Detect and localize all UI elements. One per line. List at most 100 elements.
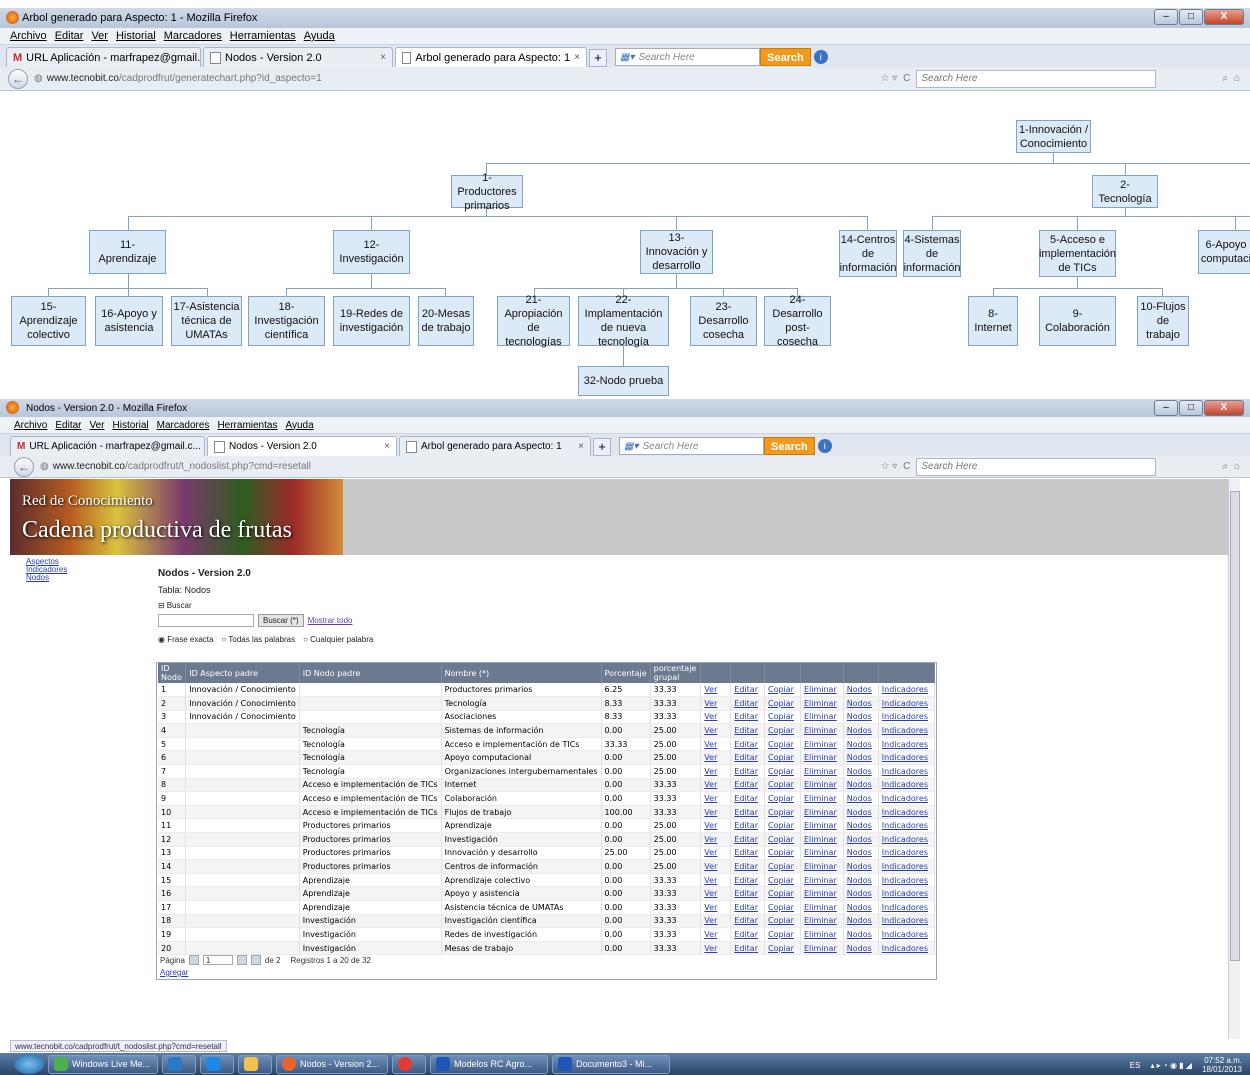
row-action-editar-link[interactable]: Editar <box>734 753 758 762</box>
row-action-nodos-link[interactable]: Nodos <box>847 903 872 912</box>
row-action-eliminar-link[interactable]: Eliminar <box>804 848 837 857</box>
last-page-icon[interactable] <box>250 955 261 965</box>
info-icon[interactable]: i <box>817 439 832 453</box>
row-action-nodos-link[interactable]: Nodos <box>847 944 872 953</box>
row-action-ver-link[interactable]: Ver <box>704 794 717 803</box>
row-action-editar-link[interactable]: Editar <box>734 848 758 857</box>
row-action-editar-link[interactable]: Editar <box>734 889 758 898</box>
row-action-nodos-link[interactable]: Nodos <box>847 780 872 789</box>
taskbar-word-2[interactable]: Documento3 - Mi... <box>552 1054 670 1074</box>
tab-arbol[interactable]: Arbol generado para Aspecto: 1 × <box>395 47 587 67</box>
row-action-ver-link[interactable]: Ver <box>704 808 717 817</box>
row-action-ver-link[interactable]: Ver <box>704 712 717 721</box>
tree-node-15[interactable]: 15-Aprendizaje colectivo <box>11 296 86 346</box>
taskbar-firefox[interactable]: Nodos - Version 2... <box>276 1054 388 1074</box>
row-action-editar-link[interactable]: Editar <box>734 903 758 912</box>
row-action-copiar-link[interactable]: Copiar <box>768 848 794 857</box>
row-action-ver-link[interactable]: Ver <box>704 916 717 925</box>
row-action-ver-link[interactable]: Ver <box>704 835 717 844</box>
tree-node-20[interactable]: 20-Mesas de trabajo <box>418 296 474 346</box>
tree-node-19[interactable]: 19-Redes de investigación <box>333 296 410 346</box>
search-toggle[interactable]: ⊟ Buscar <box>158 601 373 610</box>
menu-marcadores[interactable]: Marcadores <box>164 30 222 42</box>
row-action-eliminar-link[interactable]: Eliminar <box>804 876 837 885</box>
menu-editar[interactable]: Editar <box>55 420 81 431</box>
row-action-editar-link[interactable]: Editar <box>734 808 758 817</box>
row-action-eliminar-link[interactable]: Eliminar <box>804 835 837 844</box>
url-field[interactable]: ◍ www.tecnobit.co/cadprodfrut/generatecha… <box>34 70 894 88</box>
row-action-nodos-link[interactable]: Nodos <box>847 685 872 694</box>
row-action-eliminar-link[interactable]: Eliminar <box>804 794 837 803</box>
row-action-copiar-link[interactable]: Copiar <box>768 685 794 694</box>
row-action-nodos-link[interactable]: Nodos <box>847 726 872 735</box>
tree-node-6[interactable]: 6-Apoyo computaci <box>1198 230 1250 274</box>
tab-nodos[interactable]: Nodos - Version 2.0 × <box>203 47 393 67</box>
row-action-nodos-link[interactable]: Nodos <box>847 699 872 708</box>
close-button[interactable]: X <box>1204 9 1244 25</box>
column-header[interactable]: porcentaje grupal <box>650 663 702 683</box>
tab-gmail[interactable]: MURL Aplicación - marfrapez@gmail.c...× <box>6 47 201 67</box>
home-icon[interactable]: ⌂ <box>1234 73 1240 84</box>
row-action-ver-link[interactable]: Ver <box>704 726 717 735</box>
reload-icon[interactable]: C <box>903 461 910 472</box>
row-action-ver-link[interactable]: Ver <box>704 862 717 871</box>
tree-node-9[interactable]: 9-Colaboración <box>1039 296 1116 346</box>
row-action-indicadores-link[interactable]: Indicadores <box>882 862 928 871</box>
row-action-copiar-link[interactable]: Copiar <box>768 821 794 830</box>
row-action-nodos-link[interactable]: Nodos <box>847 753 872 762</box>
radio-frase-exacta[interactable]: ◉ Frase exacta <box>158 635 213 644</box>
row-action-editar-link[interactable]: Editar <box>734 835 758 844</box>
page-number-input[interactable]: 1 <box>202 955 233 965</box>
row-action-copiar-link[interactable]: Copiar <box>768 767 794 776</box>
reload-icon[interactable]: C <box>903 73 910 84</box>
row-action-indicadores-link[interactable]: Indicadores <box>882 930 928 939</box>
row-action-eliminar-link[interactable]: Eliminar <box>804 903 837 912</box>
tray-icons[interactable]: ▴ ▸ ◔ ◉ ▮ ◢ <box>1150 1061 1192 1070</box>
row-action-nodos-link[interactable]: Nodos <box>847 916 872 925</box>
row-action-indicadores-link[interactable]: Indicadores <box>882 685 928 694</box>
row-action-editar-link[interactable]: Editar <box>734 930 758 939</box>
row-action-ver-link[interactable]: Ver <box>704 903 717 912</box>
row-action-nodos-link[interactable]: Nodos <box>847 876 872 885</box>
tab-nodos[interactable]: Nodos - Version 2.0 × <box>207 436 397 456</box>
row-action-editar-link[interactable]: Editar <box>734 862 758 871</box>
column-header[interactable]: ID Aspecto padre <box>185 663 300 683</box>
agregar-link[interactable]: Agregar <box>160 968 188 977</box>
row-action-copiar-link[interactable]: Copiar <box>768 930 794 939</box>
bookmark-star-icon[interactable]: ☆ ▿ <box>880 461 897 472</box>
close-tab-icon[interactable]: × <box>384 441 390 452</box>
row-action-nodos-link[interactable]: Nodos <box>847 848 872 857</box>
minimize-button[interactable]: – <box>1154 400 1178 416</box>
back-button[interactable]: ← <box>8 68 28 89</box>
menu-marcadores[interactable]: Marcadores <box>157 420 210 431</box>
bookmark-star-icon[interactable]: ☆ ▿ <box>880 73 897 84</box>
taskbar-word-1[interactable]: Modelos RC Agro... <box>430 1054 548 1074</box>
radio-todas-palabras[interactable]: ○ Todas las palabras <box>221 635 295 644</box>
row-action-nodos-link[interactable]: Nodos <box>847 808 872 817</box>
row-action-eliminar-link[interactable]: Eliminar <box>804 712 837 721</box>
close-tab-icon[interactable]: × <box>578 441 584 452</box>
search-magnifier-icon[interactable]: ⌕ <box>1222 73 1228 84</box>
row-action-editar-link[interactable]: Editar <box>734 699 758 708</box>
url-search-input[interactable]: Search Here <box>916 457 1157 476</box>
tree-node-14[interactable]: 14-Centros de información <box>839 230 897 277</box>
menu-ayuda[interactable]: Ayuda <box>304 30 335 42</box>
menu-ver[interactable]: Ver <box>89 420 104 431</box>
row-action-ver-link[interactable]: Ver <box>704 753 717 762</box>
tree-node-2[interactable]: 2-Tecnología <box>1092 175 1158 208</box>
row-action-eliminar-link[interactable]: Eliminar <box>804 685 837 694</box>
row-action-indicadores-link[interactable]: Indicadores <box>882 876 928 885</box>
close-tab-icon[interactable]: × <box>380 52 386 63</box>
row-action-indicadores-link[interactable]: Indicadores <box>882 699 928 708</box>
row-action-eliminar-link[interactable]: Eliminar <box>804 740 837 749</box>
new-tab-button[interactable]: + <box>593 438 611 456</box>
row-action-copiar-link[interactable]: Copiar <box>768 808 794 817</box>
row-action-nodos-link[interactable]: Nodos <box>847 821 872 830</box>
row-action-ver-link[interactable]: Ver <box>704 699 717 708</box>
minimize-button[interactable]: – <box>1154 9 1178 25</box>
clock[interactable]: 07:52 a.m. 18/01/2013 <box>1202 1056 1242 1074</box>
menu-archivo[interactable]: Archivo <box>14 420 47 431</box>
tree-node-24[interactable]: 24-Desarrollo post-cosecha <box>764 294 831 348</box>
row-action-ver-link[interactable]: Ver <box>704 767 717 776</box>
menu-ayuda[interactable]: Ayuda <box>285 420 313 431</box>
